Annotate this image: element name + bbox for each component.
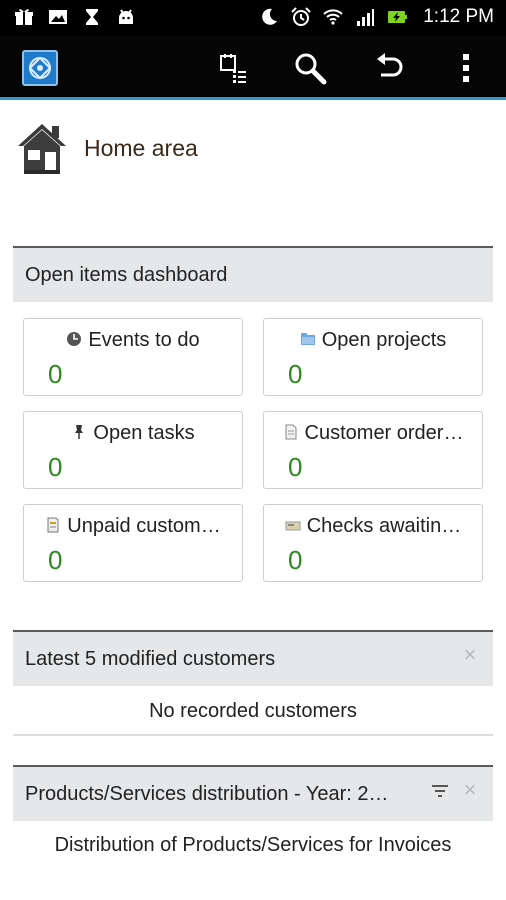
close-icon[interactable]: × xyxy=(461,779,479,801)
folder-icon xyxy=(300,333,315,345)
alarm-icon xyxy=(291,7,311,26)
tile-count: 0 xyxy=(48,359,63,389)
moon-icon xyxy=(262,8,278,25)
house-icon xyxy=(18,124,66,174)
distribution-title: Products/Services distribution - Year: 2… xyxy=(25,782,389,805)
document-icon xyxy=(285,424,297,440)
undo-icon[interactable] xyxy=(370,48,410,88)
divider xyxy=(13,734,493,736)
clock-icon xyxy=(67,332,82,346)
empty-customers-text: No recorded customers xyxy=(149,700,357,722)
action-bar xyxy=(0,36,506,100)
tile-label: Customer order… xyxy=(304,422,464,444)
filter-icon[interactable] xyxy=(431,783,449,799)
tile-checks-awaiting[interactable]: Checks awaitin… 0 xyxy=(263,504,483,582)
android-icon xyxy=(119,9,133,24)
dashboard-title: Open items dashboard xyxy=(25,263,228,286)
tile-count: 0 xyxy=(288,545,303,575)
home-header: Home area xyxy=(14,118,198,178)
tile-open-tasks[interactable]: Open tasks 0 xyxy=(23,411,243,489)
tile-label: Events to do xyxy=(88,329,200,351)
tile-label: Checks awaitin… xyxy=(306,515,462,537)
hourglass-icon xyxy=(86,9,98,25)
pushpin-icon xyxy=(75,425,84,439)
check-icon xyxy=(285,521,301,531)
tile-events-to-do[interactable]: Events to do 0 xyxy=(23,318,243,396)
distribution-subtitle: Distribution of Products/Services for In… xyxy=(54,834,452,856)
tile-unpaid-customers[interactable]: Unpaid custom… 0 xyxy=(23,504,243,582)
tile-label: Open projects xyxy=(321,329,447,351)
tile-label: Unpaid custom… xyxy=(67,515,221,537)
image-icon xyxy=(49,10,67,24)
calendar-list-icon[interactable] xyxy=(212,48,252,88)
search-icon[interactable] xyxy=(290,48,330,88)
page-title: Home area xyxy=(84,134,198,161)
wifi-icon xyxy=(323,9,343,25)
close-icon[interactable]: × xyxy=(461,644,479,666)
tile-open-projects[interactable]: Open projects 0 xyxy=(263,318,483,396)
tile-label: Open tasks xyxy=(93,422,195,444)
tile-count: 0 xyxy=(48,452,63,482)
app-logo-graphic xyxy=(28,56,52,80)
distribution-header: Products/Services distribution - Year: 2… xyxy=(13,765,493,821)
gift-icon xyxy=(15,9,33,25)
tile-count: 0 xyxy=(48,545,63,575)
signal-icon xyxy=(357,9,375,26)
latest-customers-header: Latest 5 modified customers × xyxy=(13,630,493,686)
app-logo-icon[interactable] xyxy=(22,50,58,86)
invoice-icon xyxy=(47,517,59,533)
tile-customer-orders[interactable]: Customer order… 0 xyxy=(263,411,483,489)
tile-count: 0 xyxy=(288,359,303,389)
latest-customers-title: Latest 5 modified customers xyxy=(25,647,276,670)
battery-charging-icon xyxy=(388,11,408,23)
tile-count: 0 xyxy=(288,452,303,482)
clock-time: 1:12 PM xyxy=(423,6,494,27)
status-bar: 1:12 PM xyxy=(0,0,506,36)
dashboard-header: Open items dashboard xyxy=(13,246,493,302)
overflow-menu-icon[interactable] xyxy=(446,48,486,88)
